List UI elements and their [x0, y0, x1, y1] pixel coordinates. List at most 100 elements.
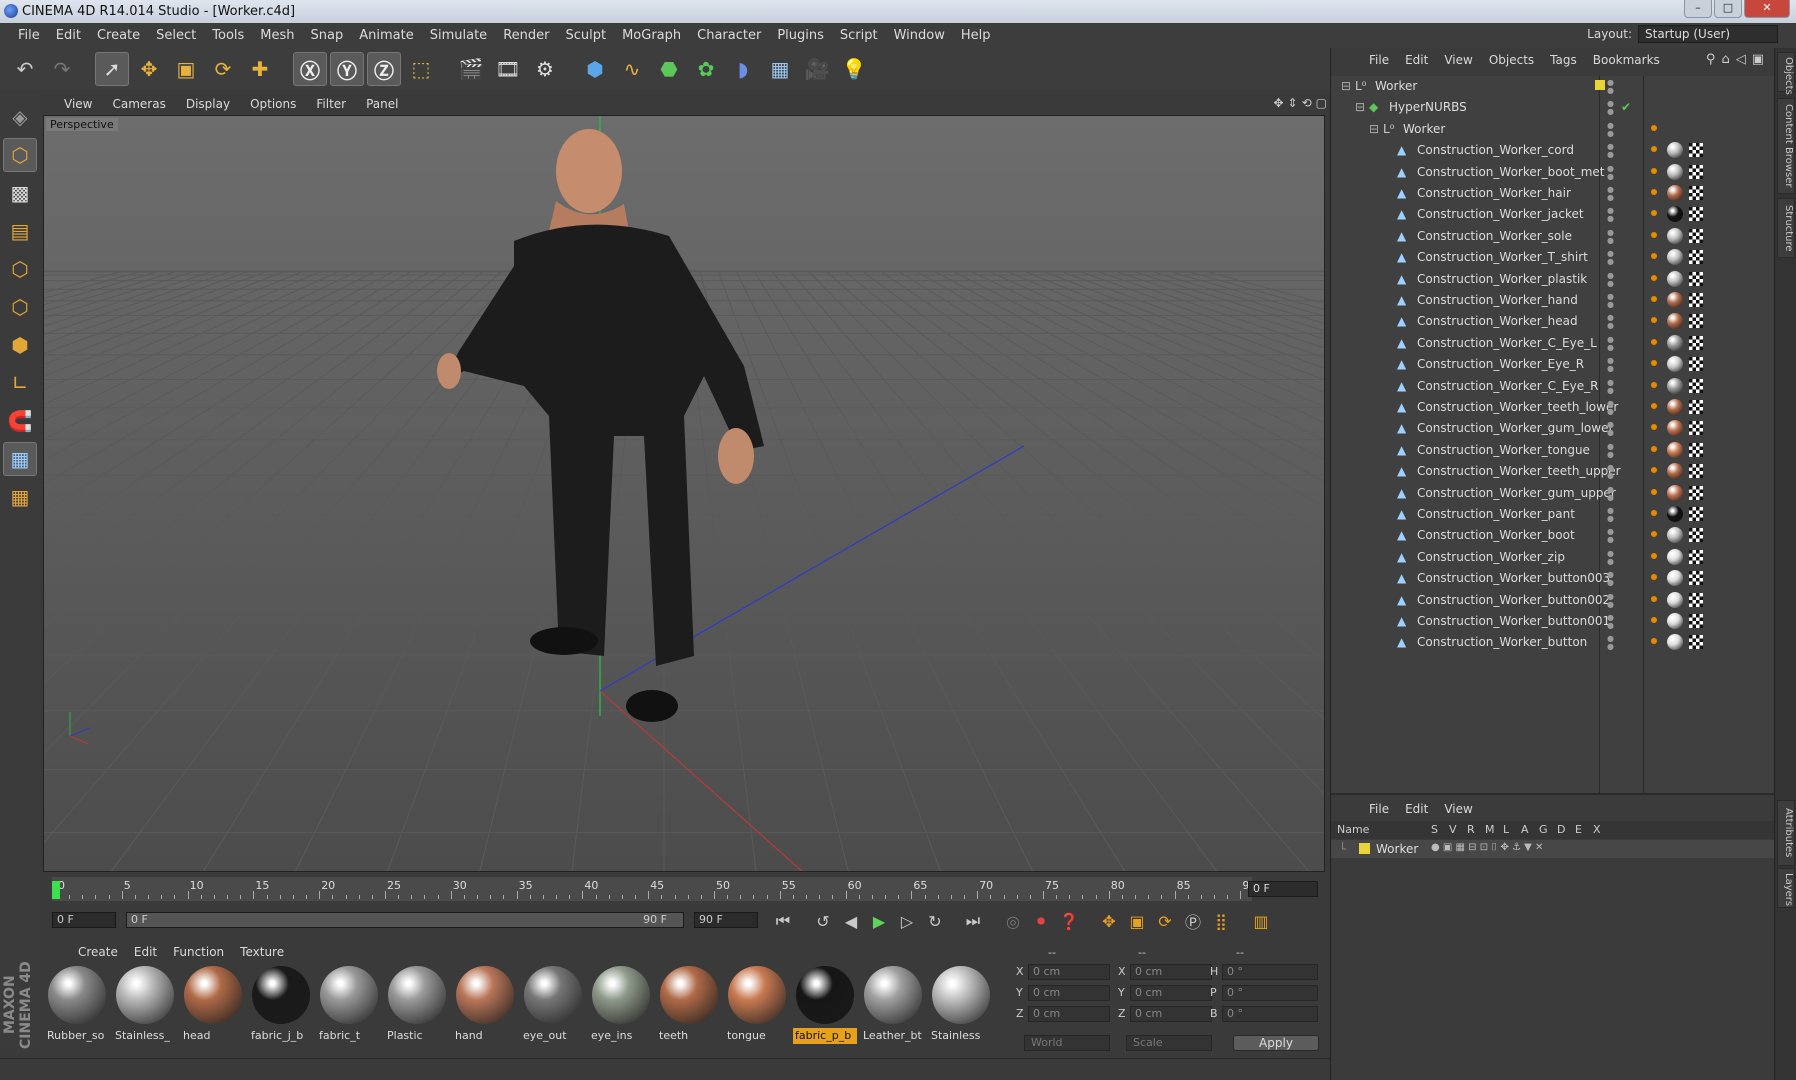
material-tag-icon[interactable] [1667, 249, 1683, 266]
object-row[interactable]: ▲ Construction_Worker_Eye_R ● ● [1331, 354, 1775, 375]
snap-icon[interactable]: 🧲 [3, 404, 37, 438]
phong-tag-icon[interactable] [1651, 552, 1657, 559]
phong-tag-icon[interactable] [1651, 274, 1657, 281]
material-tag-icon[interactable] [1667, 163, 1683, 180]
coord-field[interactable]: 0 cm [1130, 1006, 1212, 1022]
uvw-tag-icon[interactable] [1689, 549, 1703, 564]
object-row[interactable]: ⊟ L⁰ Worker ● ● [1331, 119, 1775, 140]
material-item[interactable]: teeth [655, 964, 721, 1044]
end-frame-field[interactable]: 90 F [694, 912, 758, 928]
visibility-dots[interactable]: ● ● [1607, 250, 1617, 266]
range-slider[interactable]: 0 F 90 F [126, 912, 684, 928]
uvw-tag-icon[interactable] [1689, 357, 1703, 372]
nurbs-icon[interactable]: ⬣ [652, 52, 686, 86]
z-axis-icon[interactable]: Ⓩ [367, 52, 401, 86]
coord-field[interactable]: 0 cm [1130, 964, 1212, 980]
start-frame-field[interactable]: 0 F [52, 912, 116, 928]
side-tab-objects[interactable]: Objects [1777, 52, 1795, 95]
key-pla-icon[interactable]: ⣿ [1208, 909, 1234, 933]
material-item[interactable]: eye_out [519, 964, 585, 1044]
material-tag-icon[interactable] [1667, 613, 1683, 629]
object-row[interactable]: ▲ Construction_Worker_zip ● ● [1331, 547, 1775, 568]
close-button[interactable]: ✕ [1744, 0, 1790, 18]
next-key-icon[interactable]: ↻ [922, 909, 948, 933]
points-mode-icon[interactable]: ⬡ [3, 252, 37, 286]
deformer-icon[interactable]: ◗ [726, 52, 760, 86]
floor-icon[interactable]: ▦ [763, 52, 797, 86]
undo-icon[interactable]: ↶ [8, 52, 42, 86]
menu-item-select[interactable]: Select [148, 28, 204, 43]
phong-tag-icon[interactable] [1651, 424, 1657, 431]
side-tab-layers[interactable]: Layers [1777, 868, 1795, 908]
menu-item-render[interactable]: Render [495, 28, 557, 43]
prev-frame-icon[interactable]: ◀ [838, 909, 864, 933]
material-tag-icon[interactable] [1667, 399, 1683, 415]
edges-mode-icon[interactable]: ⬡ [3, 290, 37, 324]
uvw-tag-icon[interactable] [1689, 635, 1703, 650]
visibility-dots[interactable]: ● ● [1607, 485, 1617, 502]
go-to-start-icon[interactable]: ⏮ [770, 909, 796, 933]
new-window-icon[interactable]: ▣ [1752, 52, 1764, 67]
phong-tag-icon[interactable] [1651, 167, 1657, 174]
material-tag-icon[interactable] [1667, 227, 1683, 244]
visibility-dots[interactable]: ● ● [1607, 528, 1617, 544]
object-row[interactable]: ▲ Construction_Worker_T_shirt ● ● [1331, 247, 1775, 268]
material-item[interactable]: Plastic [383, 964, 449, 1044]
uvw-tag-icon[interactable] [1689, 378, 1703, 393]
object-row[interactable]: ▲ Construction_Worker_gum_lower ● ● [1331, 418, 1775, 439]
menu-item-window[interactable]: Window [886, 28, 953, 43]
phong-tag-icon[interactable] [1651, 231, 1657, 238]
menu-item-simulate[interactable]: Simulate [422, 28, 495, 43]
material-item[interactable]: tongue [723, 964, 789, 1044]
minimize-button[interactable]: – [1684, 0, 1712, 18]
material-item[interactable]: Rubber_so [43, 964, 109, 1044]
material-tag-icon[interactable] [1667, 377, 1683, 394]
polygons-mode-icon[interactable]: ⬢ [3, 328, 37, 362]
menu-item-sculpt[interactable]: Sculpt [557, 28, 614, 43]
uvw-tag-icon[interactable] [1689, 271, 1703, 286]
phong-tag-icon[interactable] [1651, 595, 1657, 602]
object-row[interactable]: ▲ Construction_Worker_hand ● ● [1331, 290, 1775, 311]
object-row[interactable]: ⊟ ◆ HyperNURBS ● ● ✔ [1331, 97, 1775, 118]
uvw-tag-icon[interactable] [1689, 571, 1703, 586]
worker-head[interactable] [556, 129, 622, 213]
uvw-tag-icon[interactable] [1689, 228, 1703, 243]
uvw-tag-icon[interactable] [1689, 464, 1703, 479]
material-tag-icon[interactable] [1667, 334, 1683, 351]
timeline-ruler[interactable]: 051015202530354045505560657075808590 [52, 877, 1256, 901]
key-move-icon[interactable]: ✥ [1096, 909, 1122, 933]
key-rotate-icon[interactable]: ⟳ [1152, 909, 1178, 933]
menu-item-script[interactable]: Script [832, 28, 886, 43]
enabled-check-icon[interactable]: ✔ [1621, 97, 1631, 118]
expand-toggle-icon[interactable]: ⊟ [1341, 76, 1351, 97]
search-icon[interactable]: ⚲ [1706, 52, 1716, 67]
camera-icon[interactable]: 🎥 [800, 52, 834, 86]
object-row[interactable]: ▲ Construction_Worker_button ● ● [1331, 632, 1775, 653]
phong-tag-icon[interactable] [1651, 360, 1657, 367]
move-tool-icon[interactable]: ✥ [132, 52, 166, 86]
material-menu-function[interactable]: Function [165, 945, 232, 959]
3d-viewport[interactable]: Perspective [43, 115, 1325, 872]
go-to-end-icon[interactable]: ⏭ [960, 909, 986, 933]
menu-item-tools[interactable]: Tools [204, 28, 252, 43]
material-item[interactable]: head [179, 964, 245, 1044]
phong-tag-icon[interactable] [1651, 531, 1657, 538]
material-tag-icon[interactable] [1667, 441, 1683, 458]
visibility-dots[interactable]: ● ● [1607, 378, 1617, 395]
object-row[interactable]: ▲ Construction_Worker_hair ● ● [1331, 183, 1775, 204]
workplane-snap-icon[interactable]: ▦ [3, 480, 37, 514]
material-tag-icon[interactable] [1667, 142, 1683, 159]
menu-item-character[interactable]: Character [689, 28, 769, 43]
material-tag-icon[interactable] [1667, 484, 1683, 501]
phong-tag-icon[interactable] [1651, 338, 1657, 345]
object-row[interactable]: ▲ Construction_Worker_C_Eye_R ● ● [1331, 376, 1775, 397]
material-menu-edit[interactable]: Edit [126, 945, 165, 959]
back-icon[interactable]: ◁ [1736, 52, 1746, 67]
render-settings-icon[interactable]: ⚙ [528, 52, 562, 86]
material-item[interactable]: fabric_j_b [247, 964, 313, 1044]
uvw-tag-icon[interactable] [1689, 335, 1703, 350]
timeline-layout-icon[interactable]: ▥ [1248, 909, 1274, 933]
object-row[interactable]: ▲ Construction_Worker_boot_met ● ● [1331, 162, 1775, 183]
material-tag-icon[interactable] [1667, 634, 1683, 651]
layer-menu-edit[interactable]: Edit [1397, 802, 1436, 816]
